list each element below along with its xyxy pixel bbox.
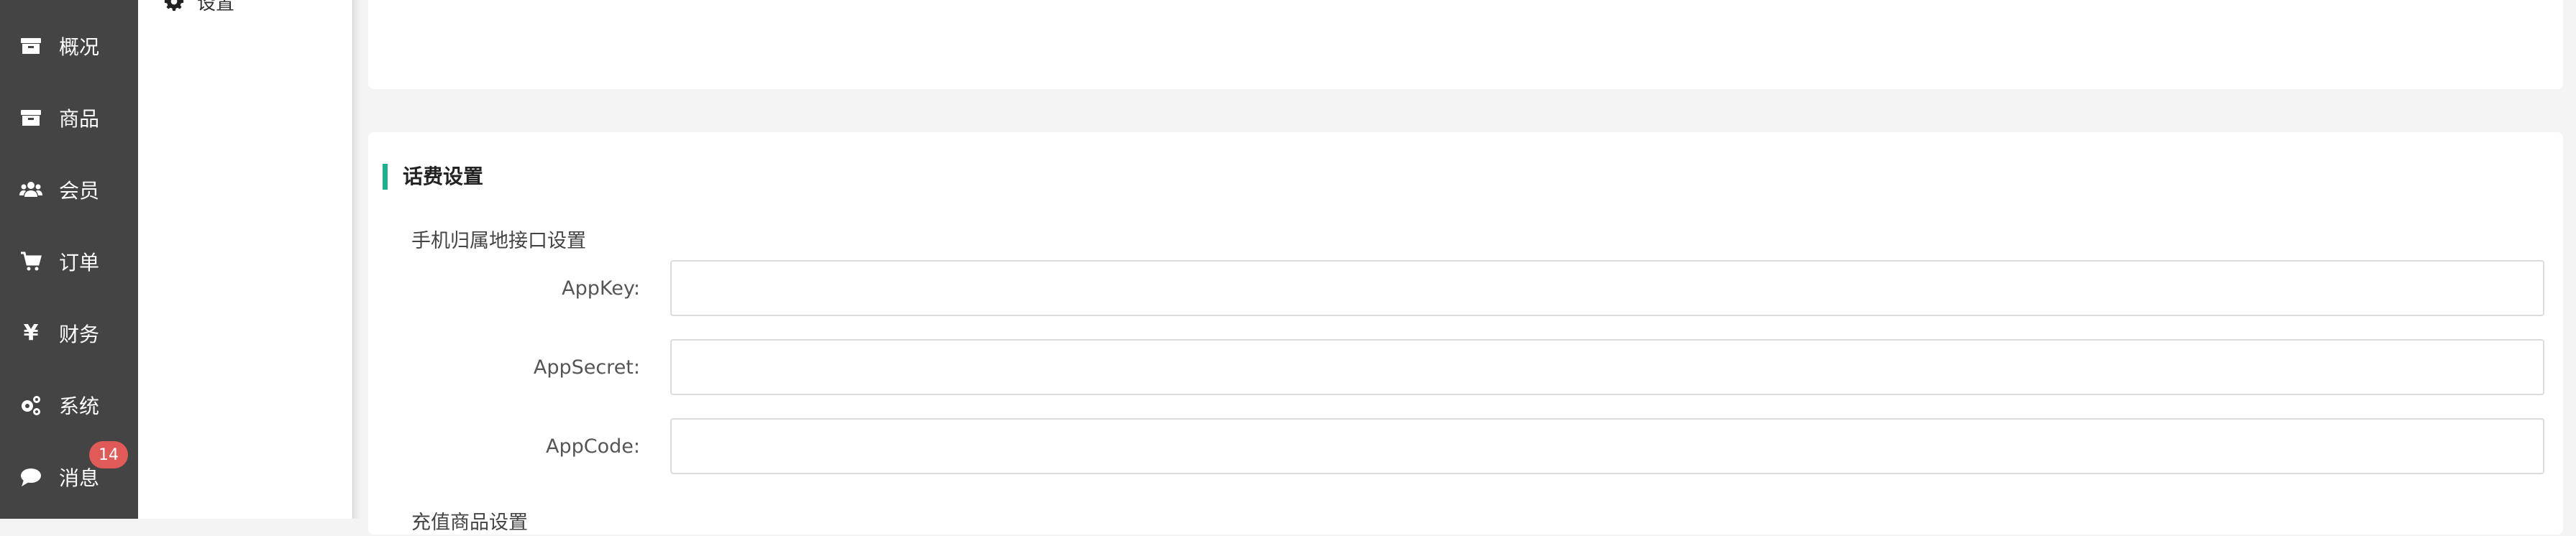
appsecret-input[interactable]: [670, 339, 2544, 395]
content-panel-main: 话费设置 手机归属地接口设置 AppKey: AppSecret: AppCod…: [368, 132, 2563, 535]
content-panel-top: [368, 0, 2563, 89]
cart-icon: [14, 245, 47, 278]
submenu-item-label: 设置: [197, 0, 235, 14]
gear-icon: [164, 0, 184, 11]
section-accent-bar: [383, 164, 388, 190]
nav-label: 会员: [59, 179, 100, 203]
secondary-menu: 设置: [138, 0, 353, 519]
nav-label: 系统: [59, 394, 100, 418]
archive-icon: [14, 29, 47, 63]
nav-item-members[interactable]: 会员: [0, 168, 138, 211]
users-icon: [14, 173, 47, 206]
gears-icon: [14, 389, 47, 422]
submenu-shadow: [352, 0, 361, 519]
message-count-badge: 14: [89, 441, 128, 468]
nav-label: 概况: [59, 35, 100, 59]
appcode-input[interactable]: [670, 418, 2544, 474]
nav-item-orders[interactable]: 订单: [0, 240, 138, 283]
nav-label: 消息: [59, 466, 100, 490]
nav-label: 财务: [59, 323, 100, 346]
section-title: 话费设置: [403, 165, 484, 188]
nav-item-finance[interactable]: ¥ 财务: [0, 312, 138, 355]
subsection-title: 手机归属地接口设置: [411, 230, 586, 252]
yen-icon: ¥: [14, 317, 47, 350]
nav-item-system[interactable]: 系统: [0, 384, 138, 427]
archive-icon: [14, 101, 47, 134]
yen-glyph: ¥: [23, 320, 39, 346]
appcode-label: AppCode:: [546, 435, 640, 458]
appkey-input[interactable]: [670, 260, 2544, 316]
comment-icon: [14, 461, 47, 494]
nav-item-overview[interactable]: 概况: [0, 24, 138, 68]
next-subsection-title: 充值商品设置: [411, 512, 528, 534]
main-sidebar: 概况 商品 会员 订单 ¥ 财务 系统 消息 14: [0, 0, 138, 519]
nav-label: 商品: [59, 107, 100, 131]
appsecret-label: AppSecret:: [533, 356, 640, 379]
nav-item-products[interactable]: 商品: [0, 96, 138, 139]
nav-label: 订单: [59, 251, 100, 274]
appkey-label: AppKey:: [562, 277, 640, 300]
submenu-item-settings[interactable]: 设置: [164, 0, 234, 14]
